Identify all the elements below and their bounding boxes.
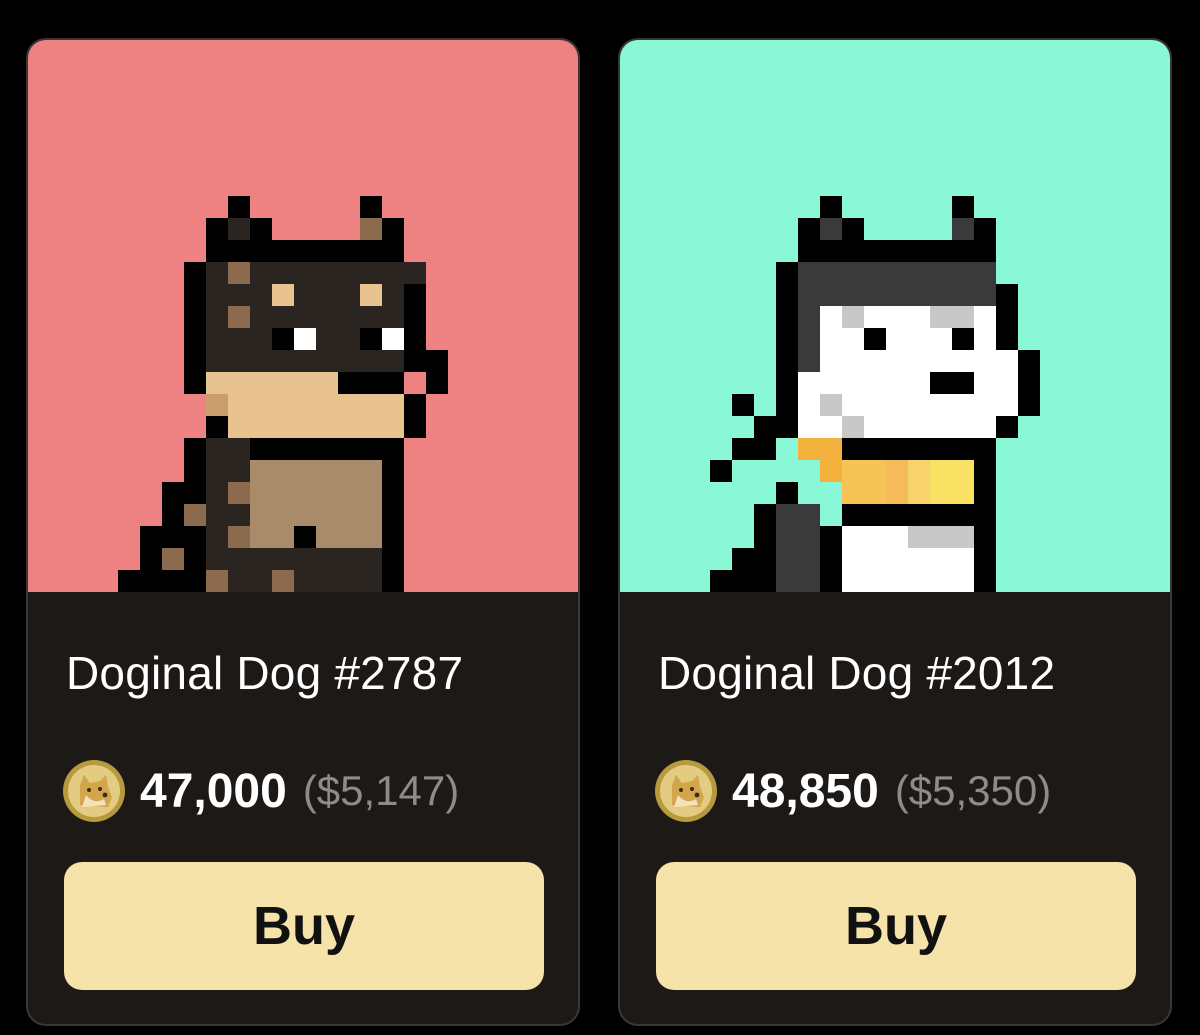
price-doge: 47,000: [140, 764, 287, 818]
nft-title: Doginal Dog #2787: [66, 647, 464, 699]
price-doge: 48,850: [732, 764, 879, 818]
price-row: 47,000 ($5,147): [62, 758, 459, 824]
nft-card[interactable]: Doginal Dog #2012 48,850 ($5,350) Buy: [618, 38, 1172, 1026]
price-row: 48,850 ($5,350): [654, 758, 1051, 824]
nft-title: Doginal Dog #2012: [658, 647, 1056, 699]
price-usd: ($5,147): [302, 767, 460, 814]
buy-button[interactable]: Buy: [656, 862, 1136, 990]
nft-card[interactable]: Doginal Dog #2787 47,000 ($5,147) Buy: [26, 38, 580, 1026]
pixel-dog-doberman-icon: [28, 40, 578, 592]
nft-image[interactable]: [620, 40, 1170, 592]
price-usd: ($5,350): [894, 767, 1052, 814]
dogecoin-icon: [63, 760, 125, 822]
pixel-dog-husky-icon: [620, 40, 1170, 592]
buy-button[interactable]: Buy: [64, 862, 544, 990]
nft-image[interactable]: [28, 40, 578, 592]
dogecoin-icon: [655, 760, 717, 822]
